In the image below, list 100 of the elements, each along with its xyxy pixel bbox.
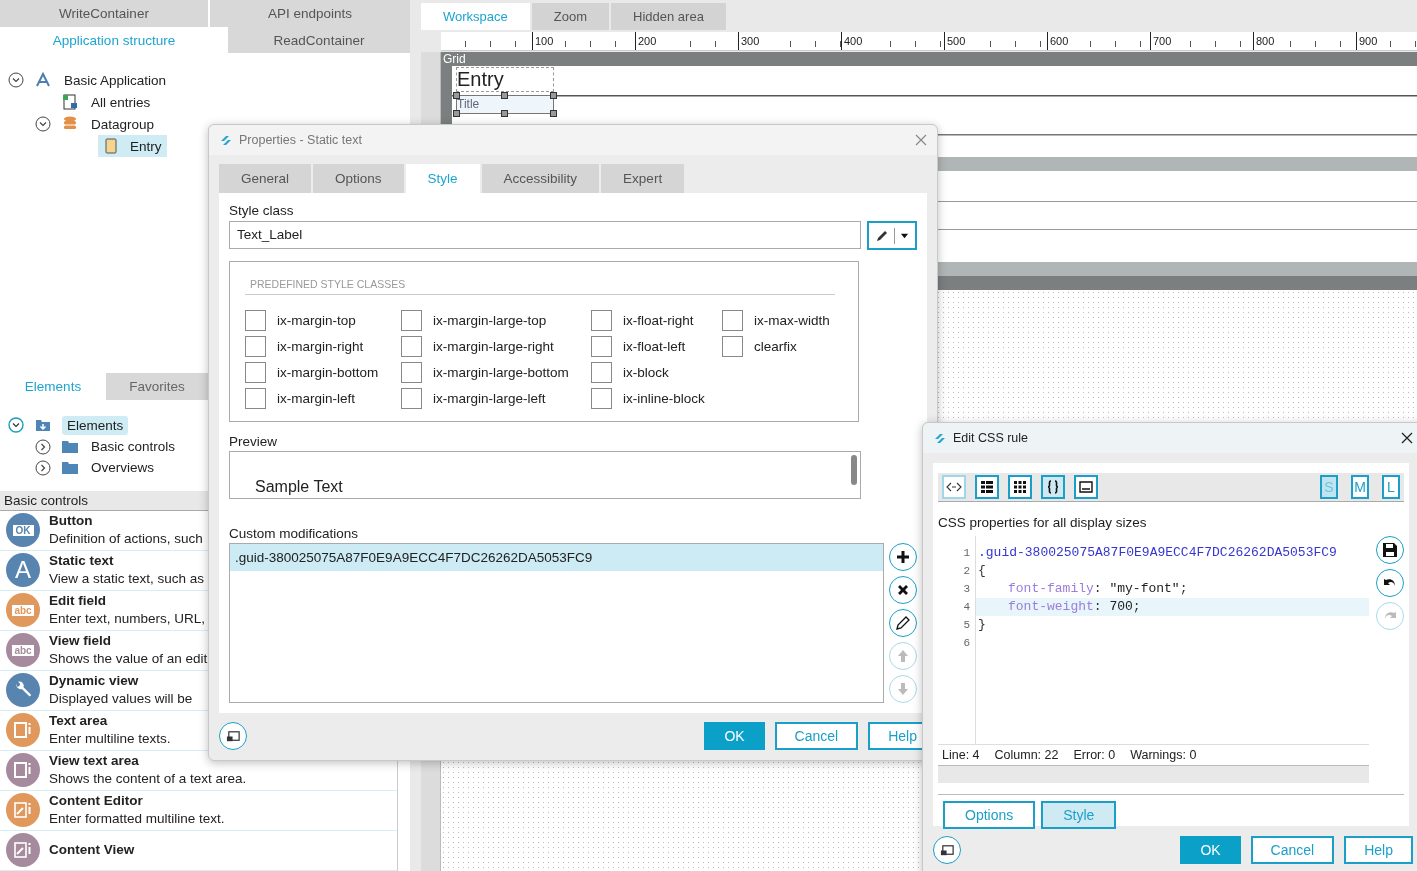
checkbox-label: ix-margin-bottom: [277, 364, 379, 380]
control-description: View a static text, such as: [49, 570, 205, 589]
tree-item[interactable]: All entries: [89, 93, 153, 111]
checkbox[interactable]: [591, 335, 612, 357]
expand-toggle-icon[interactable]: [35, 438, 51, 455]
line-number: 5: [962, 619, 971, 631]
line-number: 6: [962, 637, 971, 649]
checkbox[interactable]: [245, 335, 266, 357]
style-class-field[interactable]: Text_Label: [229, 221, 861, 249]
size-toggle[interactable]: L: [1382, 475, 1400, 499]
checkbox[interactable]: [401, 335, 422, 357]
dialog-tab[interactable]: Accessibility: [481, 164, 600, 193]
control-description: Enter text, numbers, URL,: [49, 610, 206, 629]
pencil-icon[interactable]: [889, 609, 917, 637]
dialog-button[interactable]: Help: [1344, 836, 1413, 864]
line-number: 3: [962, 583, 971, 595]
checkbox[interactable]: [591, 361, 612, 383]
workspace-tab[interactable]: Hidden area: [611, 3, 726, 30]
braces-icon[interactable]: [1041, 475, 1065, 499]
collapse-toggle-icon[interactable]: [35, 116, 51, 133]
checkbox-label: ix-margin-large-left: [433, 390, 546, 406]
control-name: Text area: [49, 712, 109, 731]
checkbox-label: ix-margin-top: [277, 312, 356, 328]
size-toggle[interactable]: M: [1351, 475, 1369, 499]
tree-item[interactable]: Entry: [98, 135, 167, 158]
tree-item[interactable]: Elements: [62, 415, 129, 435]
status-text: Line: 4: [942, 748, 980, 762]
checkbox-label: ix-float-left: [623, 338, 686, 354]
editor-tab[interactable]: Options: [943, 801, 1036, 829]
control-description: Definition of actions, such: [49, 530, 203, 549]
dialog-button[interactable]: Cancel: [774, 722, 859, 750]
checkbox[interactable]: [401, 387, 422, 409]
control-name: View text area: [49, 752, 140, 771]
checkbox[interactable]: [401, 309, 422, 331]
panel-icon[interactable]: [1074, 475, 1098, 499]
field-label: Style class: [229, 203, 295, 219]
list-view-icon[interactable]: [975, 475, 999, 499]
checkbox[interactable]: [722, 309, 743, 331]
workspace-tab[interactable]: Workspace: [421, 3, 530, 30]
checkbox[interactable]: [245, 309, 266, 331]
control-item[interactable]: Content View: [0, 831, 397, 871]
line-number: 4: [962, 601, 971, 613]
checkbox-label: clearfix: [754, 338, 797, 354]
tree-item[interactable]: Basic Application: [62, 71, 169, 89]
dialog-title: Edit CSS rule: [953, 431, 1030, 445]
edit-dropdown-button[interactable]: [867, 221, 917, 250]
status-text: Error: 0: [1073, 748, 1116, 762]
checkbox[interactable]: [591, 387, 612, 409]
checkbox[interactable]: [245, 387, 266, 409]
dialog-tab[interactable]: Style: [405, 164, 480, 193]
checkbox-label: ix-margin-right: [277, 338, 364, 354]
section-heading: CSS properties for all display sizes: [938, 515, 1148, 530]
delete-icon[interactable]: [889, 576, 917, 604]
line-number: 2: [962, 565, 971, 577]
save-icon[interactable]: [1376, 536, 1404, 564]
tree-item[interactable]: Datagroup: [89, 115, 157, 133]
caret-icon: [900, 231, 909, 240]
window-mode-button[interactable]: [933, 836, 961, 864]
code-line: {: [977, 562, 987, 580]
abc-icon: abc: [6, 593, 40, 628]
checkbox[interactable]: [245, 361, 266, 383]
dialog-button[interactable]: OK: [1180, 836, 1241, 864]
document-icon: [102, 137, 120, 156]
grid-icon[interactable]: [1008, 475, 1032, 499]
control-name: View field: [49, 632, 113, 651]
dialog-button[interactable]: OK: [704, 722, 765, 750]
tree-item[interactable]: Overviews: [89, 459, 156, 477]
scrollbar-thumb[interactable]: [851, 455, 857, 486]
pencil-icon: [875, 228, 889, 243]
checkbox-label: ix-block: [623, 364, 669, 380]
add-icon[interactable]: [889, 543, 917, 571]
panel-tab[interactable]: ReadContainer: [228, 26, 410, 54]
checkbox[interactable]: [591, 309, 612, 331]
checkbox-label: ix-float-right: [623, 312, 694, 328]
tree-item[interactable]: Basic controls: [89, 438, 178, 456]
window-mode-button[interactable]: [219, 722, 247, 750]
expand-toggle-icon[interactable]: [35, 459, 51, 476]
checkbox[interactable]: [722, 335, 743, 357]
collapse-toggle-icon[interactable]: [8, 417, 24, 434]
checkbox-label: ix-margin-large-right: [433, 338, 554, 354]
collapse-toggle-icon[interactable]: [8, 72, 24, 89]
dialog-tab[interactable]: General: [219, 164, 312, 193]
panel-tab[interactable]: WriteContainer: [0, 0, 208, 27]
checkbox-label: ix-inline-block: [623, 390, 705, 406]
list-row[interactable]: .guid-380025075A87F0E9A9ECC4F7DC26262DA5053FC9: [230, 544, 883, 571]
panel-tab[interactable]: Favorites: [106, 372, 208, 401]
status-text: Warnings: 0: [1130, 748, 1197, 762]
checkbox[interactable]: [401, 361, 422, 383]
dialog-tab[interactable]: Options: [313, 164, 404, 193]
code-icon[interactable]: [942, 475, 966, 499]
control-name: Dynamic view: [49, 672, 140, 691]
dialog-tab[interactable]: Expert: [601, 164, 685, 193]
undo-icon[interactable]: [1376, 569, 1404, 597]
panel-tab[interactable]: API endpoints: [210, 0, 410, 27]
control-description: Displayed values will be: [49, 690, 193, 709]
control-item[interactable]: Content Editor Enter formatted multiline text.: [0, 791, 397, 831]
close-icon[interactable]: [1401, 432, 1413, 444]
dialog-button[interactable]: Cancel: [1250, 836, 1335, 864]
title-field[interactable]: Title: [456, 95, 554, 114]
workspace-tab[interactable]: Zoom: [531, 3, 610, 30]
